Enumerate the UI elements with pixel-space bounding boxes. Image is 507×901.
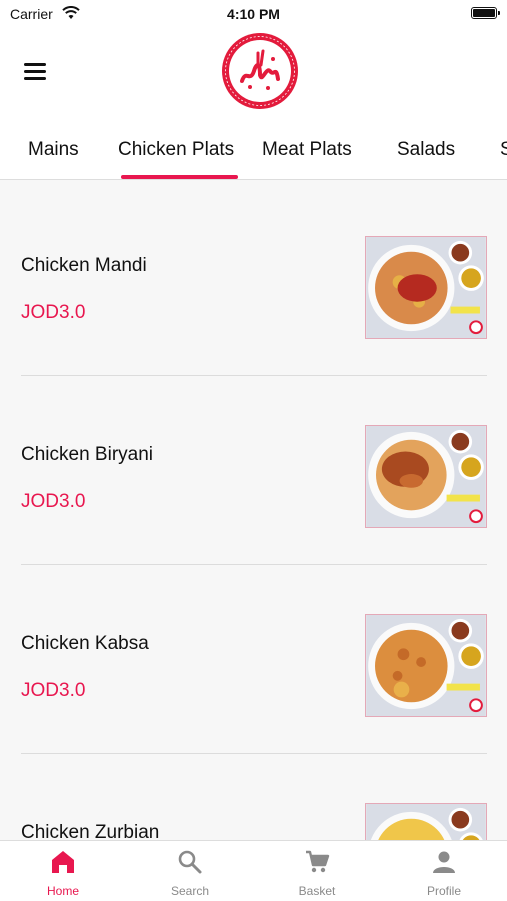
item-name: Chicken Biryani — [21, 444, 153, 465]
hamburger-menu-icon[interactable] — [24, 63, 46, 81]
tab-chicken-plats[interactable]: Chicken Plats — [118, 139, 234, 161]
nav-profile[interactable]: Profile — [381, 841, 507, 901]
nav-label-basket: Basket — [298, 884, 336, 898]
menu-item-chicken-mandi[interactable]: Chicken Mandi JOD3.0 — [0, 180, 507, 368]
cart-icon — [306, 850, 330, 873]
food-image — [365, 236, 487, 339]
item-price: JOD3.0 — [21, 491, 86, 512]
menu-item-chicken-biryani[interactable]: Chicken Biryani JOD3.0 — [0, 369, 507, 557]
tab-next[interactable]: S — [500, 139, 507, 161]
item-name: Chicken Mandi — [21, 255, 147, 276]
status-bar: Carrier 4:10 PM — [0, 0, 507, 28]
clock: 4:10 PM — [227, 6, 280, 22]
search-icon — [178, 850, 202, 874]
menu-item-list[interactable]: Chicken Mandi JOD3.0 Chicken Biryani JOD… — [0, 180, 507, 840]
restaurant-logo — [222, 33, 298, 109]
tab-mains[interactable]: Mains — [28, 139, 79, 161]
tab-meat-plats[interactable]: Meat Plats — [262, 139, 352, 161]
item-price: JOD3.0 — [21, 680, 86, 701]
food-image — [365, 614, 487, 717]
item-name: Chicken Zurbian — [21, 822, 160, 840]
nav-search[interactable]: Search — [127, 841, 253, 901]
menu-item-chicken-zurbian[interactable]: Chicken Zurbian — [0, 747, 507, 840]
nav-label-search: Search — [170, 884, 210, 898]
nav-label-profile: Profile — [426, 884, 461, 898]
category-tabs: Mains Chicken Plats Meat Plats Salads S — [0, 123, 507, 180]
nav-basket[interactable]: Basket — [254, 841, 380, 901]
home-icon — [52, 851, 74, 873]
bottom-navigation: Home Search Basket Profile — [0, 840, 507, 901]
item-price: JOD3.0 — [21, 302, 86, 323]
item-name: Chicken Kabsa — [21, 633, 149, 654]
battery-icon — [471, 7, 500, 19]
nav-label-home: Home — [46, 884, 79, 898]
menu-item-chicken-kabsa[interactable]: Chicken Kabsa JOD3.0 — [0, 558, 507, 746]
food-image — [365, 425, 487, 528]
profile-icon — [433, 851, 455, 873]
nav-home[interactable]: Home — [0, 841, 126, 901]
app-header — [0, 28, 507, 123]
active-tab-indicator — [121, 175, 238, 179]
tab-salads[interactable]: Salads — [397, 139, 455, 161]
food-image — [365, 803, 487, 840]
